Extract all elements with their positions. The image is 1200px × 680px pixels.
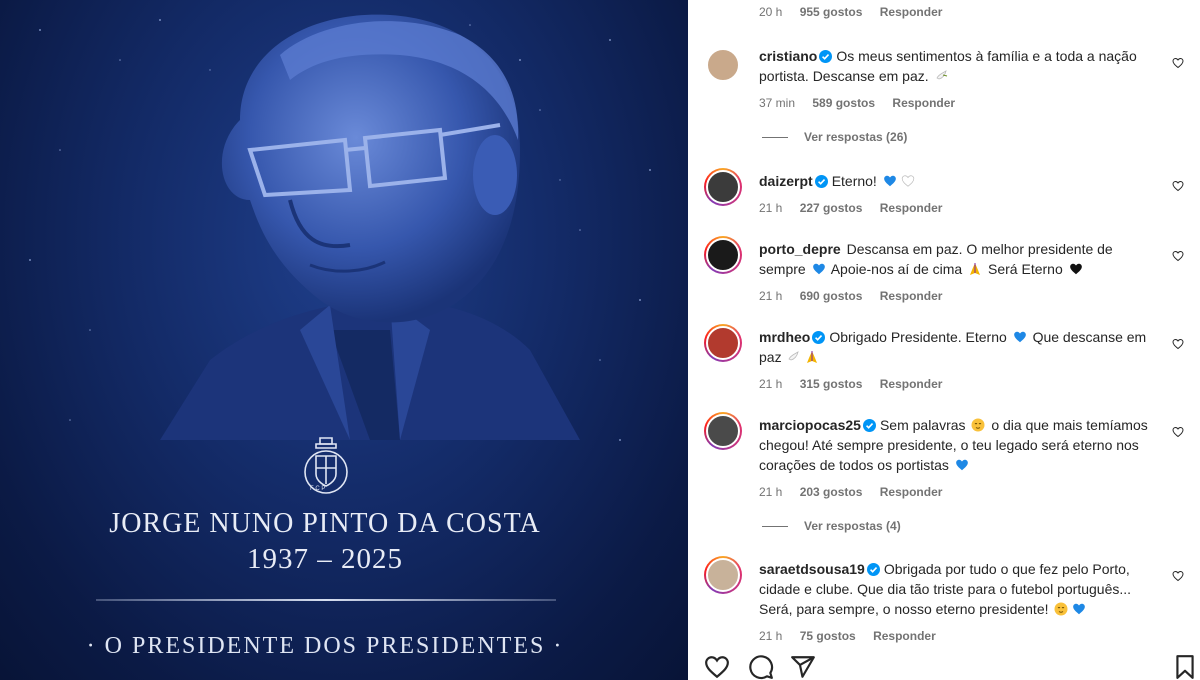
heart-icon[interactable]	[704, 654, 730, 680]
black-heart-emoji-icon	[1069, 263, 1082, 275]
relieved-face-emoji-icon	[1054, 602, 1068, 616]
avatar[interactable]	[704, 324, 742, 362]
like-comment-heart-icon[interactable]	[1172, 57, 1184, 69]
blue-heart-emoji-icon	[812, 263, 825, 275]
comments-list[interactable]: 20 h 955 gostos Responder cristiano Os me…	[688, 0, 1200, 648]
view-replies-button[interactable]: Ver respostas (26)	[762, 129, 907, 145]
blue-heart-emoji-icon	[955, 459, 968, 471]
like-comment-heart-icon[interactable]	[1172, 338, 1184, 350]
comment-item: mrdheo Obrigado Presidente. Eterno Que de…	[704, 324, 1184, 394]
dove-emoji-icon	[788, 351, 800, 361]
portrait-illustration	[160, 14, 580, 440]
comment-likes[interactable]: 75 gostos	[800, 629, 856, 643]
share-icon[interactable]	[790, 654, 816, 680]
verified-badge-icon	[862, 419, 876, 432]
comment-likes[interactable]: 203 gostos	[800, 485, 863, 499]
comment-icon[interactable]	[748, 654, 774, 680]
comment-username[interactable]: cristiano	[759, 48, 817, 64]
avatar[interactable]	[704, 46, 742, 84]
comment-time: 20 h	[759, 5, 783, 19]
relieved-face-emoji-icon	[971, 418, 985, 432]
comment-likes[interactable]: 955 gostos	[800, 5, 863, 19]
comment-item: saraetdsousa19 Obrigada por tudo o que fe…	[704, 556, 1184, 646]
comment-likes[interactable]: 315 gostos	[800, 377, 863, 391]
comment-text: Apoie-nos aí de cima	[830, 261, 963, 277]
comment-item: marciopocas25 Sem palavras o dia que mais…	[704, 412, 1184, 502]
divider	[96, 599, 556, 601]
reply-button[interactable]: Responder	[880, 485, 943, 499]
reply-button[interactable]: Responder	[892, 96, 955, 110]
previous-comment-meta: 20 h 955 gostos Responder	[704, 4, 1184, 22]
verified-badge-icon	[814, 175, 828, 188]
verified-badge-icon	[819, 50, 833, 63]
like-comment-heart-icon[interactable]	[1172, 426, 1184, 438]
post-image[interactable]: F C P JORGE NUNO PINTO DA COSTA 1937 – 2…	[0, 0, 688, 680]
blue-heart-emoji-icon	[1013, 331, 1026, 343]
comments-panel: 20 h 955 gostos Responder cristiano Os me…	[688, 0, 1200, 680]
white-heart-emoji-icon	[901, 175, 914, 187]
comment-username[interactable]: marciopocas25	[759, 417, 861, 433]
comment-username[interactable]: saraetdsousa19	[759, 561, 865, 577]
comment-likes[interactable]: 690 gostos	[800, 289, 863, 303]
comment-likes[interactable]: 589 gostos	[812, 96, 875, 110]
reply-button[interactable]: Responder	[880, 5, 943, 19]
view-replies-button[interactable]: Ver respostas (4)	[762, 518, 901, 534]
blue-heart-emoji-icon	[883, 175, 896, 187]
reply-button[interactable]: Responder	[880, 377, 943, 391]
comment-text: Sem palavras	[879, 417, 966, 433]
comment-text: Será Eterno	[988, 261, 1063, 277]
reply-button[interactable]: Responder	[880, 289, 943, 303]
avatar[interactable]	[704, 556, 742, 594]
comment-item: daizerpt Eterno! 21 h 227 gostos Responde…	[704, 168, 1184, 218]
like-comment-heart-icon[interactable]	[1172, 570, 1184, 582]
comment-time: 21 h	[759, 289, 783, 303]
verified-badge-icon	[866, 563, 880, 576]
comment-time: 21 h	[759, 629, 783, 643]
avatar[interactable]	[704, 168, 742, 206]
comment-text: Eterno!	[831, 173, 877, 189]
comment-username[interactable]: daizerpt	[759, 173, 813, 189]
comment-text: Obrigado Presidente. Eterno	[829, 329, 1007, 345]
post-action-bar	[688, 648, 1200, 680]
comment-time: 21 h	[759, 201, 783, 215]
comment-item: porto_depre Descansa em paz. O melhor pr…	[704, 236, 1184, 306]
comment-item: cristiano Os meus sentimentos à família e…	[704, 46, 1184, 116]
svg-text:F C P: F C P	[310, 486, 325, 492]
comment-time: 37 min	[759, 96, 796, 110]
verified-badge-icon	[812, 331, 826, 344]
memorial-name: JORGE NUNO PINTO DA COSTA	[109, 508, 541, 539]
reply-button[interactable]: Responder	[873, 629, 936, 643]
blue-heart-emoji-icon	[1073, 603, 1086, 615]
like-comment-heart-icon[interactable]	[1172, 250, 1184, 262]
comment-time: 21 h	[759, 485, 783, 499]
avatar[interactable]	[704, 236, 742, 274]
like-comment-heart-icon[interactable]	[1172, 180, 1184, 192]
avatar[interactable]	[704, 412, 742, 450]
praying-hands-emoji-icon	[970, 263, 981, 275]
praying-hands-emoji-icon	[807, 351, 818, 363]
comment-likes[interactable]: 227 gostos	[800, 201, 863, 215]
bookmark-icon[interactable]	[1172, 654, 1198, 680]
comment-time: 21 h	[759, 377, 783, 391]
comment-username[interactable]: mrdheo	[759, 329, 810, 345]
fc-porto-crest-icon: F C P	[304, 437, 348, 494]
memorial-tagline: · O PRESIDENTE DOS PRESIDENTES ·	[86, 633, 564, 659]
dove-emoji-icon	[935, 70, 947, 80]
reply-button[interactable]: Responder	[880, 201, 943, 215]
memorial-years: 1937 – 2025	[247, 543, 403, 575]
comment-username[interactable]: porto_depre	[759, 241, 841, 257]
